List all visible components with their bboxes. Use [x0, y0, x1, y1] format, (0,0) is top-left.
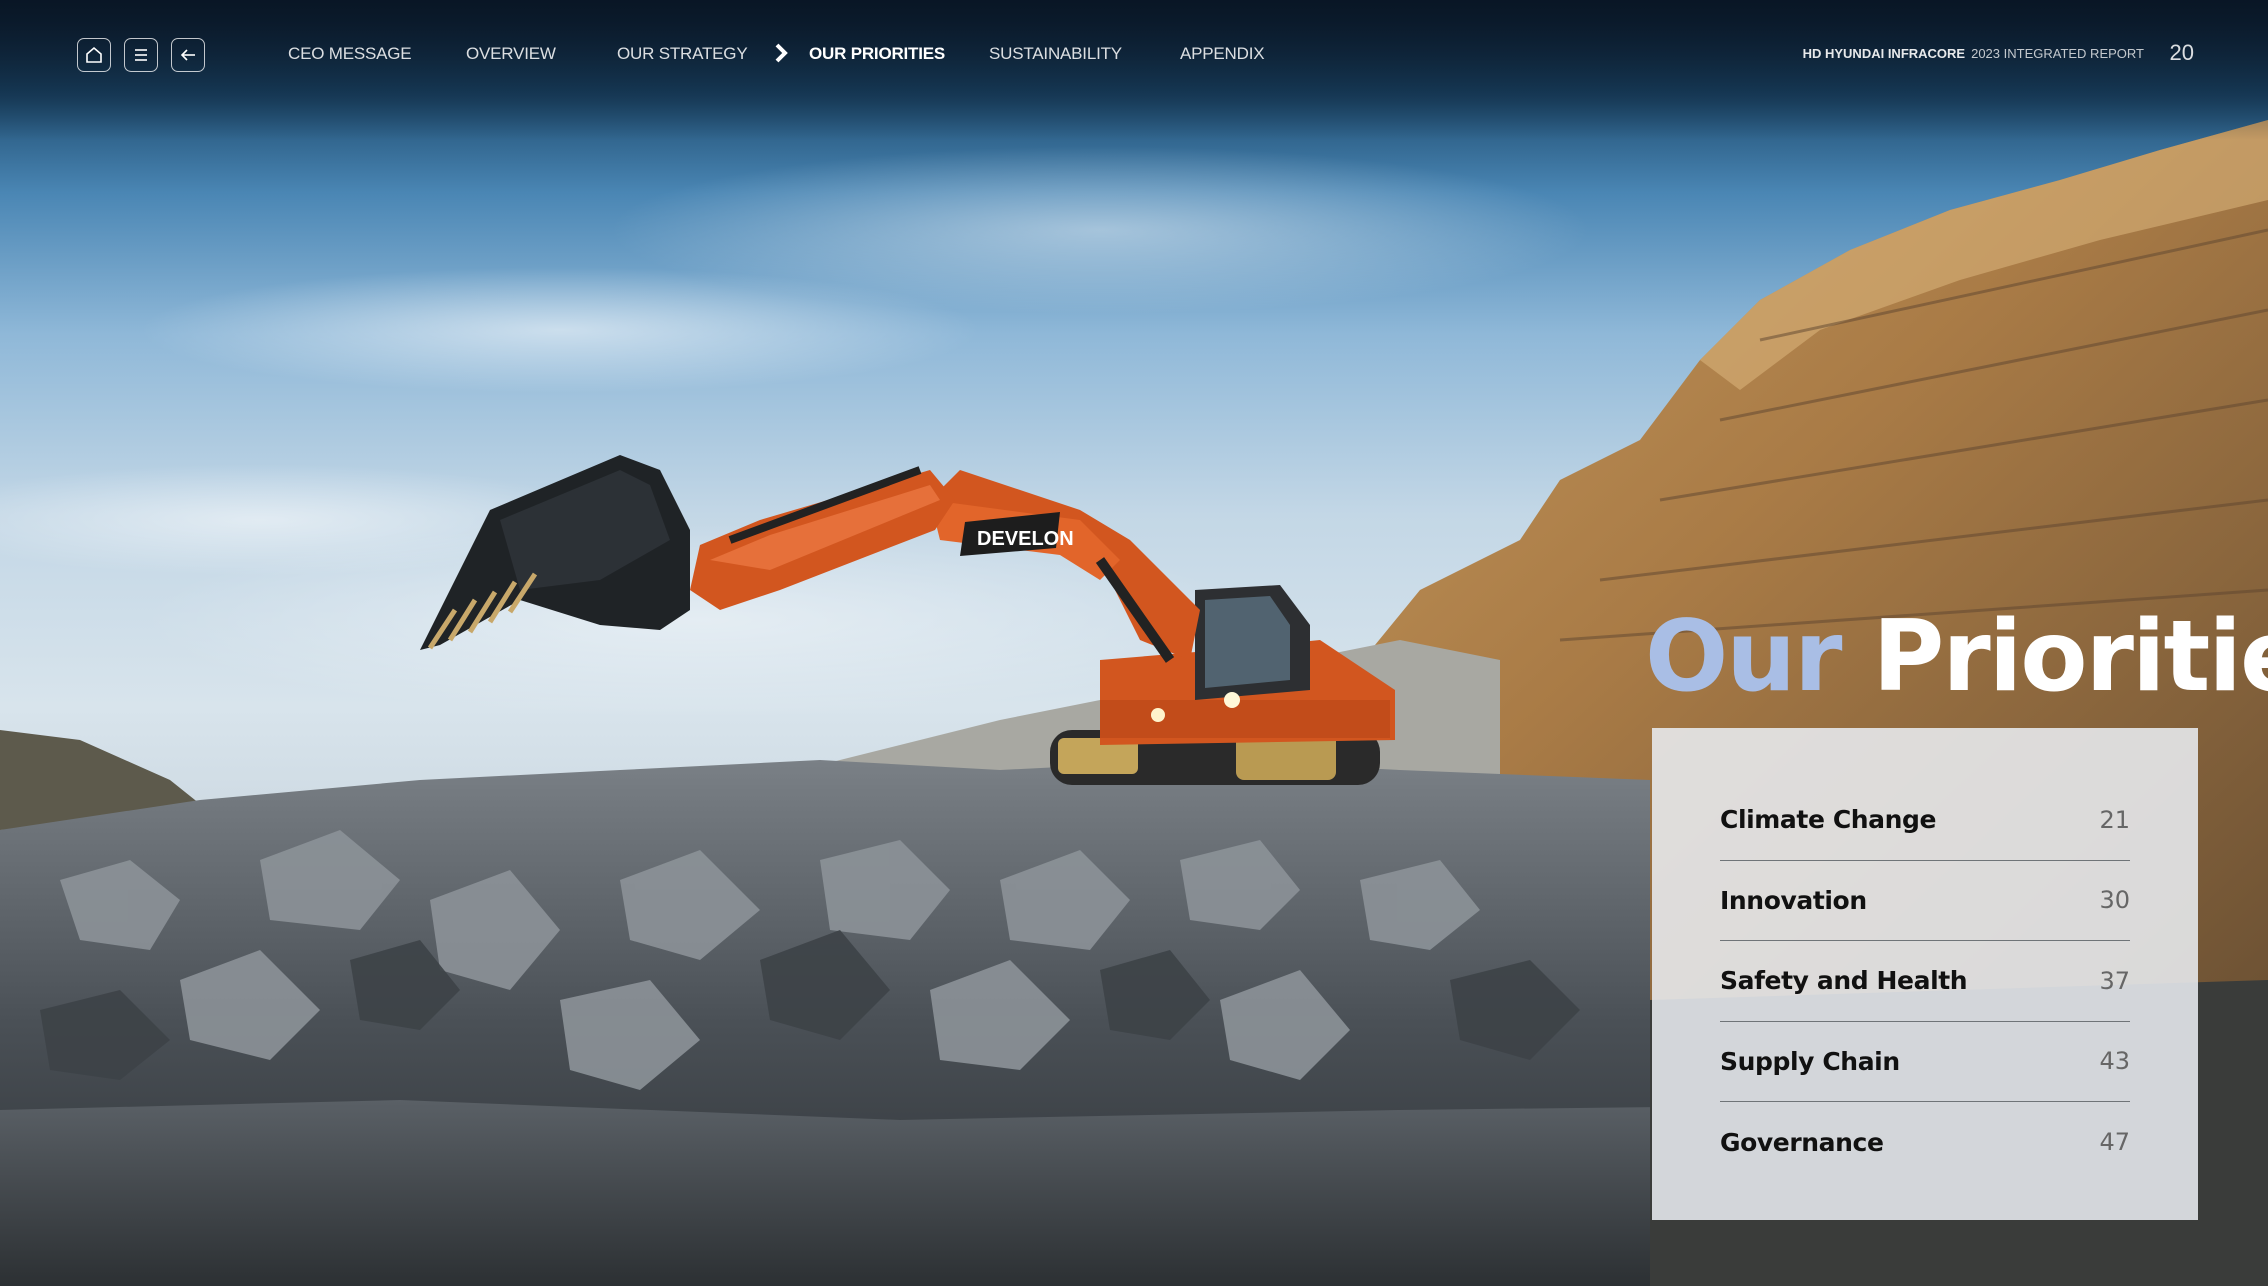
menu-icon[interactable] — [124, 38, 158, 72]
report-info: HD HYUNDAI INFRACORE 2023 INTEGRATED REPO… — [1803, 46, 2144, 61]
priority-page: 43 — [2099, 1047, 2130, 1076]
priority-row-governance[interactable]: Governance 47 — [1720, 1102, 2130, 1183]
priority-page: 47 — [2099, 1128, 2130, 1157]
priority-row-climate-change[interactable]: Climate Change 21 — [1720, 780, 2130, 861]
priority-row-safety-and-health[interactable]: Safety and Health 37 — [1720, 941, 2130, 1022]
priority-row-innovation[interactable]: Innovation 30 — [1720, 861, 2130, 941]
chevron-right-icon — [775, 43, 788, 63]
priority-page: 37 — [2099, 966, 2130, 995]
page-number: 20 — [2169, 40, 2194, 65]
priority-label: Innovation — [1720, 885, 1867, 915]
priority-row-supply-chain[interactable]: Supply Chain 43 — [1720, 1022, 2130, 1102]
priority-label: Governance — [1720, 1127, 1884, 1157]
home-icon[interactable] — [77, 38, 111, 72]
top-navigation: CEO MESSAGE OVERVIEW OUR STRATEGY OUR PR… — [0, 0, 2268, 110]
excavator: DEVELON — [420, 455, 1395, 785]
nav-item-ceo-message[interactable]: CEO MESSAGE — [288, 44, 412, 64]
company-name: HD HYUNDAI INFRACORE — [1802, 46, 1966, 61]
priority-label: Safety and Health — [1720, 966, 1968, 996]
priorities-panel: Climate Change 21 Innovation 30 Safety a… — [1652, 728, 2198, 1220]
page-title-accent: Our — [1645, 600, 1842, 714]
priority-label: Supply Chain — [1720, 1046, 1900, 1076]
machine-brand-text: DEVELON — [977, 528, 1074, 550]
page-title-main: Priorities — [1872, 600, 2268, 714]
priority-page: 21 — [2099, 805, 2130, 834]
priority-label: Climate Change — [1720, 805, 1937, 835]
nav-item-our-priorities[interactable]: OUR PRIORITIES — [809, 44, 945, 64]
nav-item-appendix[interactable]: APPENDIX — [1180, 44, 1265, 64]
page-title: Our Priorities — [1645, 600, 2268, 714]
back-arrow-icon[interactable] — [171, 38, 205, 72]
priority-page: 30 — [2099, 886, 2130, 915]
nav-item-our-strategy[interactable]: OUR STRATEGY — [617, 44, 748, 64]
report-name: 2023 INTEGRATED REPORT — [1971, 46, 2144, 61]
nav-item-sustainability[interactable]: SUSTAINABILITY — [989, 44, 1122, 64]
nav-item-overview[interactable]: OVERVIEW — [466, 44, 556, 64]
